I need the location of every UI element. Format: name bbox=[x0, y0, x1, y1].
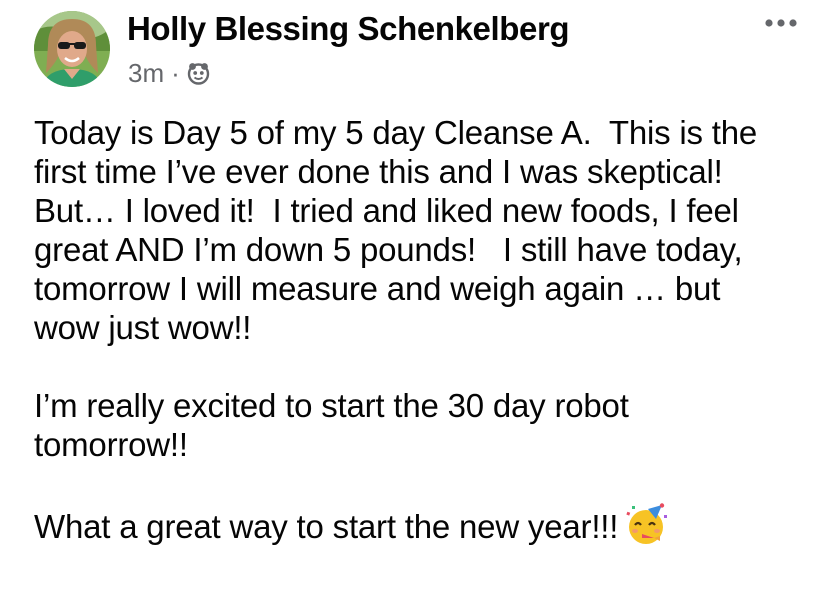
author-name[interactable]: Holly Blessing Schenkelberg bbox=[127, 10, 570, 48]
facebook-post: Holly Blessing Schenkelberg 3m · Today i… bbox=[0, 0, 829, 604]
post-paragraph-1: Today is Day 5 of my 5 day Cleanse A. Th… bbox=[34, 114, 758, 346]
post-text: Today is Day 5 of my 5 day Cleanse A. Th… bbox=[34, 113, 824, 547]
post-meta: 3m · bbox=[128, 58, 211, 89]
friends-icon[interactable] bbox=[186, 61, 211, 86]
more-options-icon[interactable] bbox=[762, 10, 800, 36]
partying-face-emoji bbox=[624, 503, 668, 547]
post-paragraph-3: What a great way to start the new year!!… bbox=[34, 508, 619, 545]
avatar[interactable] bbox=[34, 11, 110, 87]
meta-separator: · bbox=[171, 58, 180, 88]
post-paragraph-2: I’m really excited to start the 30 day r… bbox=[34, 387, 629, 463]
post-timestamp[interactable]: 3m bbox=[128, 58, 164, 89]
profile-photo bbox=[34, 11, 110, 87]
